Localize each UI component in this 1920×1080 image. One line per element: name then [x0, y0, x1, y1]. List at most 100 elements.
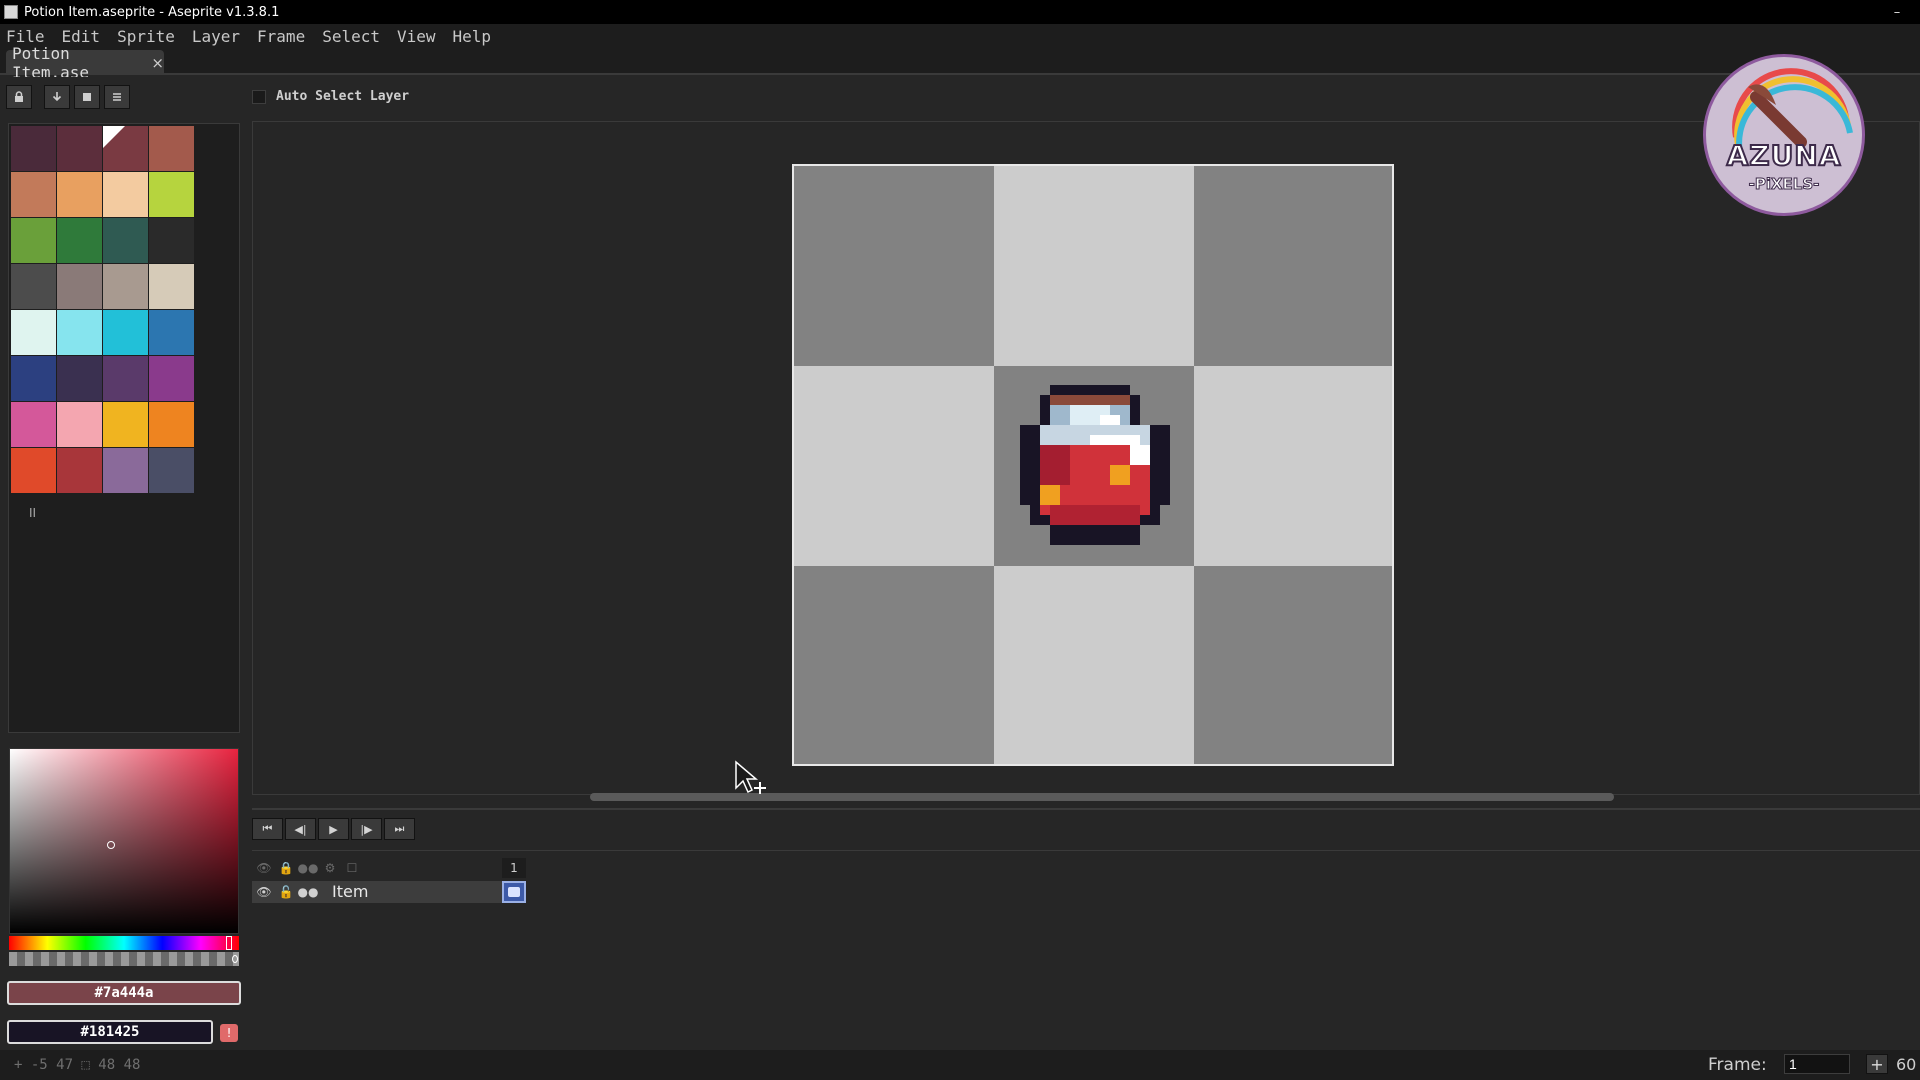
- onion-skin-icon[interactable]: ⚙: [320, 858, 340, 878]
- palette-swatch[interactable]: [57, 448, 102, 493]
- status-bar: + -5 47 ⬚ 48 48 Frame: + 60: [0, 1050, 1920, 1080]
- palette-swatch[interactable]: [11, 402, 56, 447]
- menu-frame[interactable]: Frame: [257, 27, 305, 46]
- potion-sprite: [1020, 385, 1170, 545]
- document-tabs: Potion Item.ase ×: [0, 44, 1920, 82]
- palette-swatch[interactable]: [57, 402, 102, 447]
- palette-swatch[interactable]: [57, 310, 102, 355]
- palette-swatch[interactable]: [103, 172, 148, 217]
- hue-cursor[interactable]: [226, 936, 232, 950]
- add-frame-button[interactable]: +: [1866, 1054, 1888, 1074]
- frame-number-header[interactable]: 1: [502, 858, 526, 878]
- checker-cell: [794, 166, 994, 366]
- play-icon[interactable]: ▶: [318, 818, 349, 840]
- palette-swatch[interactable]: [149, 126, 194, 171]
- frame-input[interactable]: [1784, 1054, 1850, 1074]
- alpha-cursor[interactable]: [232, 955, 238, 963]
- aseprite-app-icon: [4, 5, 18, 19]
- eye-icon[interactable]: 👁: [254, 883, 274, 901]
- palette-swatch[interactable]: [149, 402, 194, 447]
- color-picker-sv[interactable]: [9, 748, 239, 934]
- context-toolbar: Auto Select Layer: [0, 77, 1920, 119]
- checker-cell: [794, 566, 994, 764]
- next-frame-icon[interactable]: |▶: [351, 818, 382, 840]
- alpha-slider[interactable]: [9, 952, 239, 966]
- zoom-level[interactable]: 60: [1896, 1055, 1916, 1074]
- cursor-coordinates: + -5 47 ⬚ 48 48: [14, 1057, 141, 1073]
- palette-swatch[interactable]: [103, 356, 148, 401]
- layer-row-item[interactable]: 👁 🔓 ●● Item: [252, 881, 502, 903]
- layer-name: Item: [332, 882, 369, 901]
- auto-select-checkbox[interactable]: [252, 89, 266, 104]
- selected-swatch-marker: [103, 126, 125, 148]
- lock-icon[interactable]: [6, 85, 32, 109]
- palette-swatch[interactable]: [103, 402, 148, 447]
- palette-swatch[interactable]: [57, 356, 102, 401]
- palette-swatch[interactable]: [103, 448, 148, 493]
- color-palette: II: [8, 123, 240, 733]
- palette-swatch[interactable]: [11, 310, 56, 355]
- visibility-header-icon[interactable]: 👁: [254, 858, 274, 878]
- lock-header-icon[interactable]: 🔒: [276, 858, 296, 878]
- picker-cursor[interactable]: [107, 841, 115, 849]
- checker-cell: [994, 166, 1194, 366]
- menu-select[interactable]: Select: [322, 27, 380, 46]
- palette-swatch[interactable]: [57, 172, 102, 217]
- unlock-icon[interactable]: 🔓: [276, 883, 296, 901]
- palette-swatch[interactable]: [11, 264, 56, 309]
- palette-swatch[interactable]: [149, 356, 194, 401]
- palette-swatch[interactable]: [57, 218, 102, 263]
- auto-select-label: Auto Select Layer: [276, 89, 410, 104]
- palette-swatch[interactable]: [149, 448, 194, 493]
- palette-swatch[interactable]: [149, 218, 194, 263]
- palette-resize-handle-icon[interactable]: II: [29, 506, 36, 520]
- window-controls: –: [1874, 0, 1920, 24]
- checker-cell: [1194, 366, 1392, 566]
- checker-cell: [1194, 166, 1392, 366]
- palette-swatch[interactable]: [57, 126, 102, 171]
- logo-subtext: -PiXELS-: [1748, 175, 1820, 194]
- palette-swatch[interactable]: [11, 126, 56, 171]
- palette-swatch[interactable]: [103, 218, 148, 263]
- previous-frame-icon[interactable]: ◀|: [285, 818, 316, 840]
- auto-select-layer-toggle[interactable]: Auto Select Layer: [252, 89, 409, 104]
- download-icon[interactable]: [44, 85, 70, 109]
- hue-slider[interactable]: [9, 936, 239, 950]
- frame-label: Frame:: [1708, 1055, 1767, 1075]
- palette-swatch[interactable]: [149, 310, 194, 355]
- palette-swatch[interactable]: [103, 310, 148, 355]
- azuna-pixels-logo: AZUNA -PiXELS-: [1703, 54, 1865, 216]
- logo-text: AZUNA: [1726, 138, 1842, 173]
- tab-label: Potion Item.ase: [12, 43, 90, 82]
- palette-swatch[interactable]: [57, 264, 102, 309]
- palette-swatch[interactable]: [11, 356, 56, 401]
- foreground-color-button[interactable]: #7a444a: [7, 981, 241, 1005]
- continuous-icon[interactable]: ●●: [298, 883, 319, 901]
- window-title: Potion Item.aseprite - Aseprite v1.3.8.1: [24, 4, 280, 20]
- palette-swatch[interactable]: [149, 264, 194, 309]
- last-frame-icon[interactable]: ⏭: [384, 818, 415, 840]
- menu-bar: File Edit Sprite Layer Frame Select View…: [0, 24, 1920, 48]
- palette-swatch[interactable]: [11, 448, 56, 493]
- frame-header-icon[interactable]: ☐: [342, 858, 362, 878]
- first-frame-icon[interactable]: ⏮: [252, 818, 283, 840]
- move-cursor-icon: [735, 760, 766, 794]
- palette-swatch[interactable]: [149, 172, 194, 217]
- continuous-header-icon[interactable]: ●●: [298, 858, 319, 878]
- minimize-button[interactable]: –: [1874, 0, 1920, 24]
- menu-layer[interactable]: Layer: [192, 27, 240, 46]
- close-icon[interactable]: ×: [151, 54, 164, 72]
- cel-thumbnail: [508, 887, 520, 897]
- swap-colors-icon[interactable]: !: [220, 1024, 238, 1042]
- checker-cell: [1194, 566, 1392, 764]
- palette-swatch[interactable]: [11, 218, 56, 263]
- menu-view[interactable]: View: [397, 27, 436, 46]
- palette-swatch[interactable]: [11, 172, 56, 217]
- menu-help[interactable]: Help: [453, 27, 492, 46]
- palette-swatch[interactable]: [103, 264, 148, 309]
- tab-potion-item[interactable]: Potion Item.ase ×: [6, 44, 164, 82]
- options-menu-icon[interactable]: [104, 85, 130, 109]
- background-color-button[interactable]: #181425: [7, 1020, 213, 1044]
- cel-frame-1[interactable]: [502, 881, 526, 903]
- new-layer-icon[interactable]: [74, 85, 100, 109]
